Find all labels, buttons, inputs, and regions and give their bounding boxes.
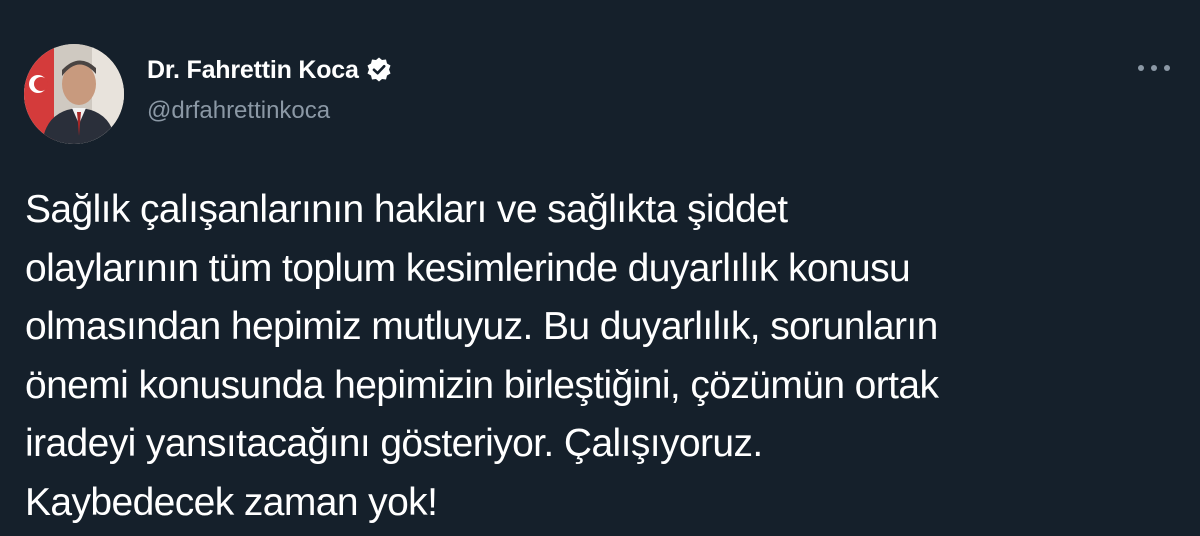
verified-badge-icon — [365, 56, 393, 84]
more-options-button[interactable] — [1134, 52, 1174, 84]
author-info: Dr. Fahrettin Koca @drfahrettinkoca — [147, 53, 393, 125]
author-handle[interactable]: @drfahrettinkoca — [147, 97, 393, 125]
name-row: Dr. Fahrettin Koca — [147, 53, 393, 87]
avatar[interactable] — [24, 44, 124, 144]
tweet-text: Sağlık çalışanlarının hakları ve sağlıkt… — [25, 188, 939, 524]
tweet-card: Dr. Fahrettin Koca @drfahrettinkoca Sağl… — [0, 0, 1200, 536]
avatar-photo — [24, 44, 124, 144]
display-name[interactable]: Dr. Fahrettin Koca — [147, 56, 359, 85]
more-options-icon — [1138, 65, 1170, 71]
